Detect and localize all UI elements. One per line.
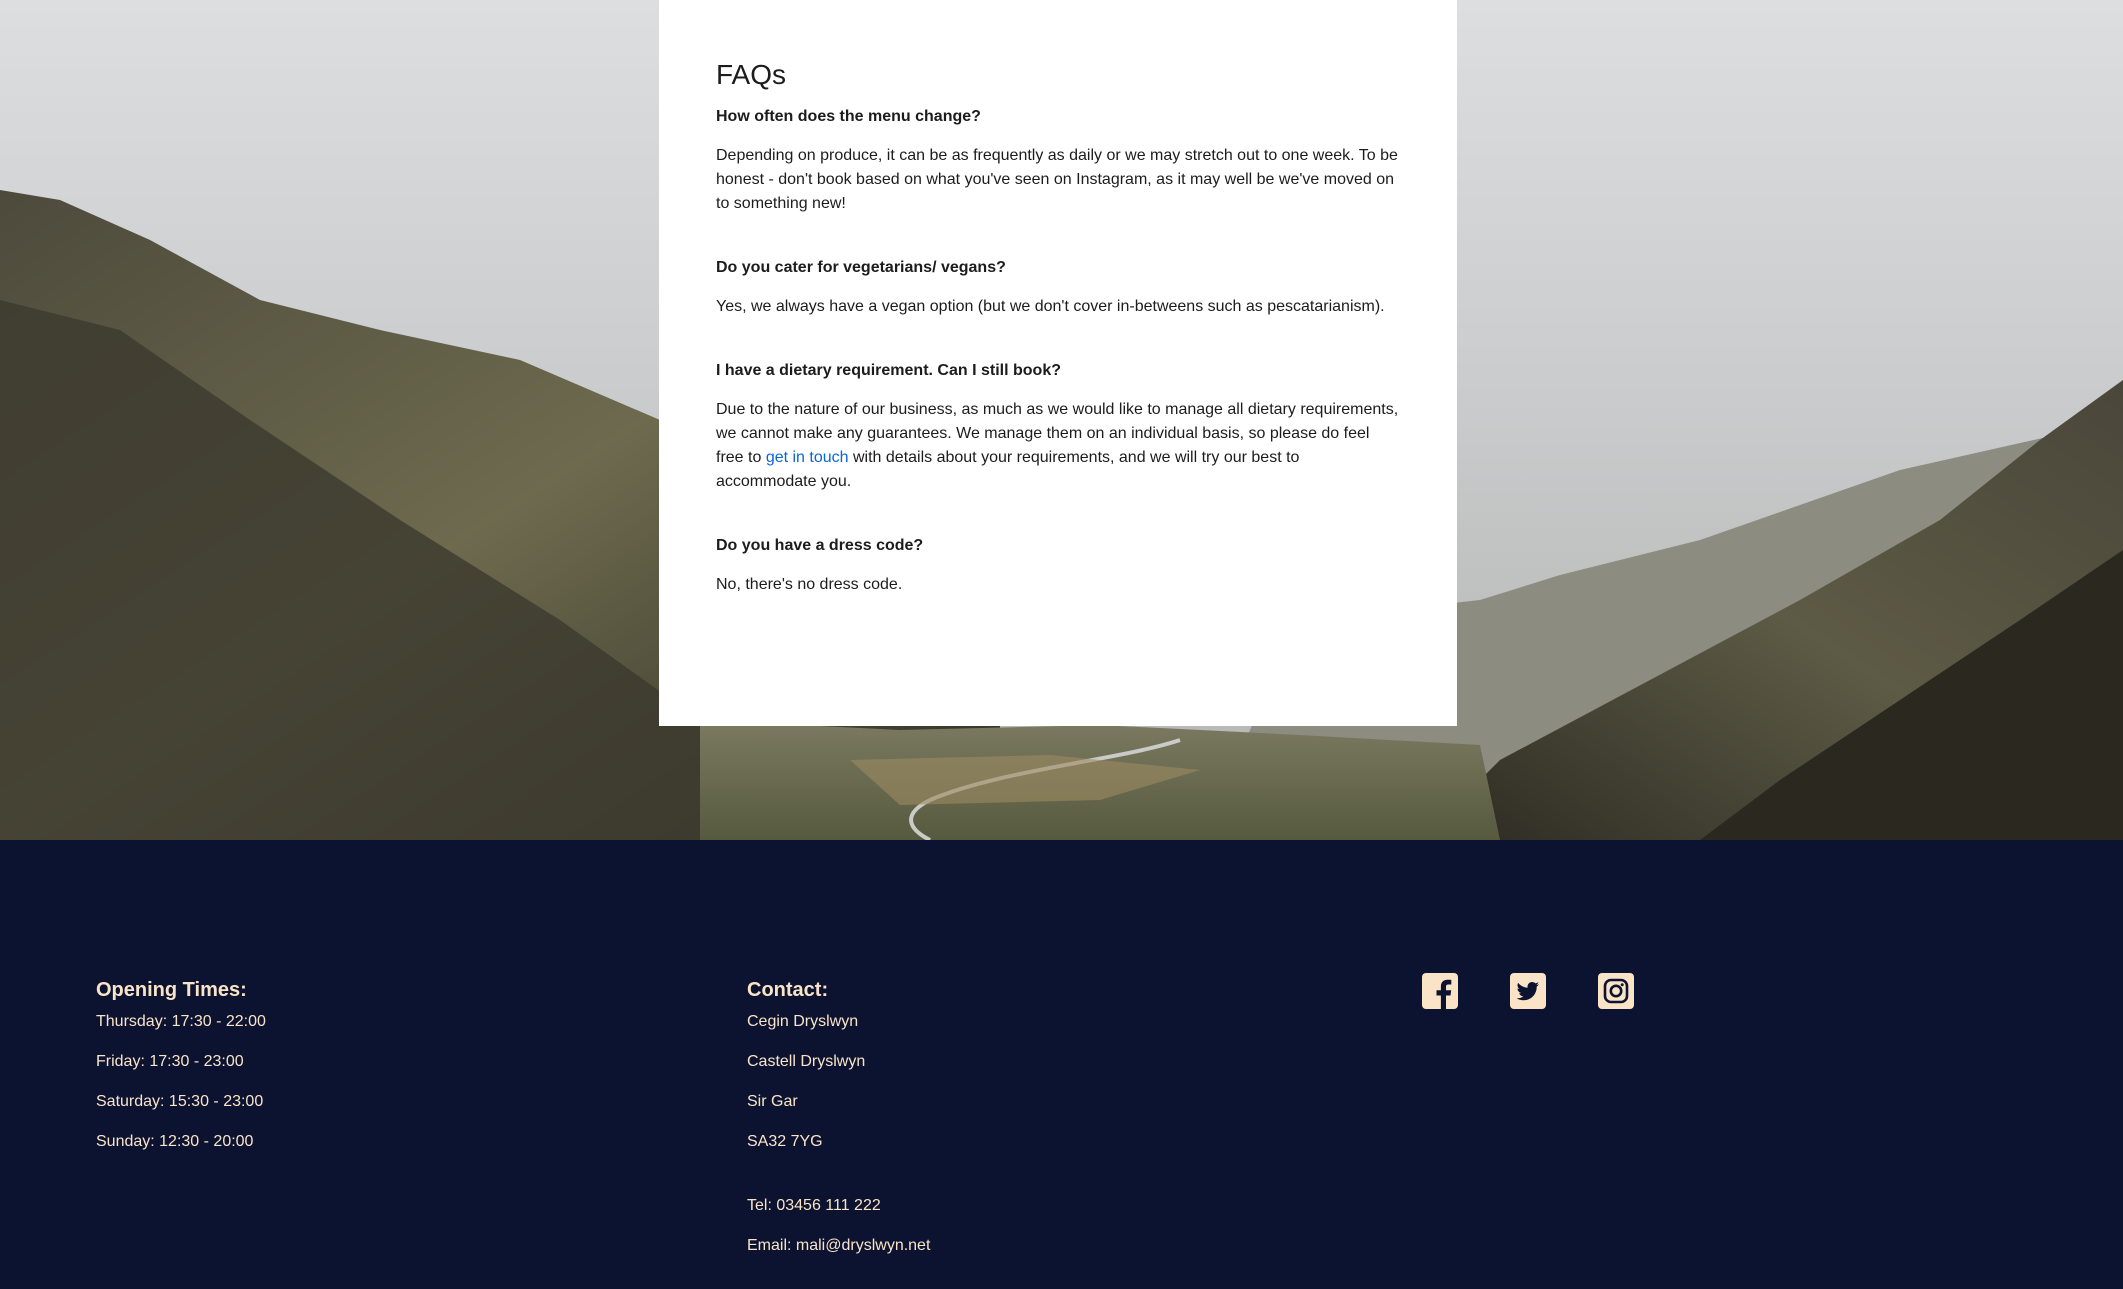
twitter-icon[interactable]	[1510, 973, 1546, 1009]
site-footer: Opening Times: Thursday: 17:30 - 22:00 F…	[0, 840, 2123, 1289]
opening-times-line: Sunday: 12:30 - 20:00	[96, 1133, 254, 1150]
contact: Contact: Cegin Dryslwyn Castell Dryslwyn…	[747, 976, 930, 1274]
address-line: SA32 7YG	[747, 1133, 823, 1150]
social-links	[1422, 973, 1634, 1009]
faq-item: Do you have a dress code? No, there's no…	[716, 534, 1400, 597]
faq-item: How often does the menu change? Dependin…	[716, 105, 1400, 216]
faq-question: Do you cater for vegetarians/ vegans?	[716, 259, 1006, 276]
faq-answer: Yes, we always have a vegan option (but …	[716, 298, 1385, 315]
instagram-icon[interactable]	[1598, 973, 1634, 1009]
faq-answer: Depending on produce, it can be as frequ…	[716, 147, 1398, 212]
address-line: Cegin Dryslwyn	[747, 1013, 859, 1030]
opening-times-line: Saturday: 15:30 - 23:00	[96, 1093, 264, 1110]
faq-item: I have a dietary requirement. Can I stil…	[716, 359, 1400, 494]
faq-question: Do you have a dress code?	[716, 537, 924, 554]
faq-question: I have a dietary requirement. Can I stil…	[716, 362, 1061, 379]
get-in-touch-link[interactable]: get in touch	[766, 449, 849, 466]
contact-email[interactable]: Email: mali@dryslwyn.net	[747, 1234, 930, 1258]
opening-times-title: Opening Times:	[96, 979, 247, 1001]
opening-times-line: Thursday: 17:30 - 22:00	[96, 1013, 266, 1030]
faq-item: Do you cater for vegetarians/ vegans? Ye…	[716, 256, 1400, 319]
opening-times-line: Friday: 17:30 - 23:00	[96, 1053, 244, 1070]
facebook-icon[interactable]	[1422, 973, 1458, 1009]
address-line: Sir Gar	[747, 1093, 798, 1110]
contact-tel[interactable]: Tel: 03456 111 222	[747, 1194, 930, 1218]
address-line: Castell Dryslwyn	[747, 1053, 866, 1070]
faq-answer: No, there's no dress code.	[716, 576, 903, 593]
opening-times: Opening Times: Thursday: 17:30 - 22:00 F…	[96, 976, 266, 1170]
faq-title: FAQs	[716, 59, 787, 90]
faq-question: How often does the menu change?	[716, 108, 981, 125]
faq-answer: Due to the nature of our business, as mu…	[716, 398, 1400, 494]
faq-card: FAQs How often does the menu change? Dep…	[659, 0, 1457, 726]
contact-title: Contact:	[747, 979, 829, 1001]
